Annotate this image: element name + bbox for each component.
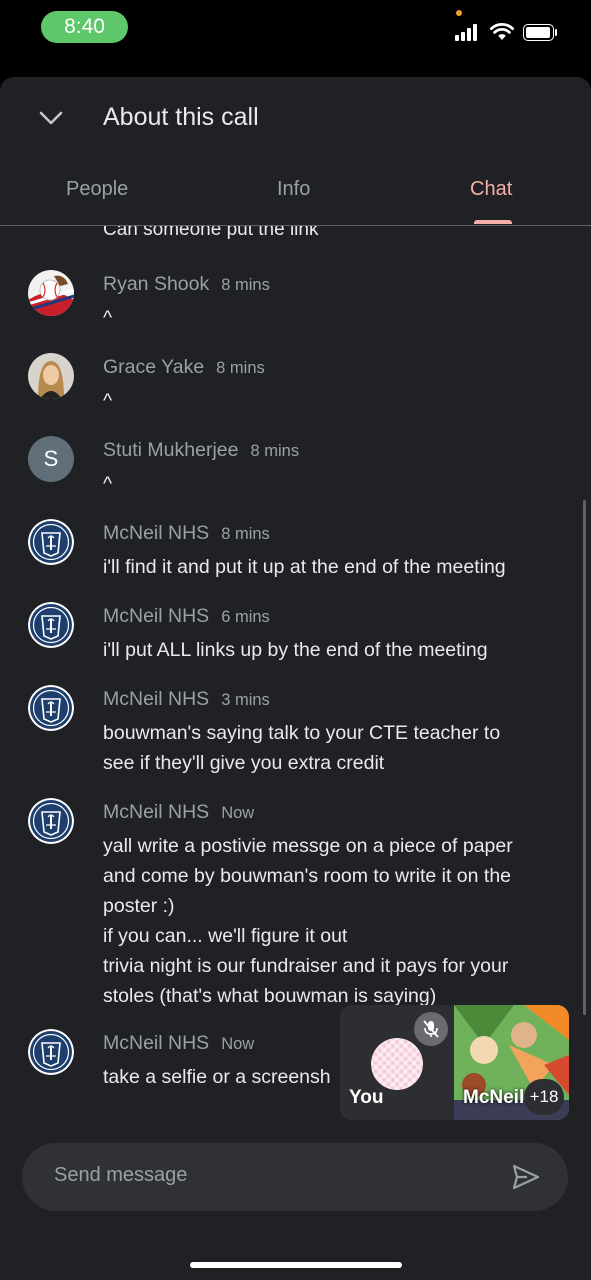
tab-info[interactable]: Info — [277, 178, 310, 201]
sheet-header: About this call — [0, 77, 591, 157]
tab-people[interactable]: People — [66, 178, 128, 201]
send-message-input[interactable] — [52, 1163, 476, 1188]
self-label: You — [349, 1087, 384, 1108]
nhs-logo-icon — [28, 602, 74, 648]
sender-name: McNeil NHS 8 mins — [103, 522, 270, 544]
avatar — [371, 1038, 423, 1090]
chat-message-list[interactable]: Can someone put the link Ryan Shook 8 min… — [0, 226, 591, 1136]
participant-count-badge: +18 — [524, 1079, 564, 1115]
message-text: ^ — [103, 473, 113, 495]
chevron-down-icon[interactable] — [36, 103, 66, 133]
message-time: 3 mins — [221, 691, 270, 709]
nhs-logo-icon — [28, 1029, 74, 1075]
sheet-title: About this call — [103, 103, 259, 131]
message-time: Now — [221, 804, 255, 822]
active-tab-indicator — [474, 220, 512, 224]
message-time: 8 mins — [250, 442, 300, 460]
nhs-logo-icon — [28, 685, 74, 731]
status-time: 8:40 — [41, 11, 128, 43]
sender-name: Grace Yake 8 mins — [103, 356, 265, 378]
message-text: ^ — [103, 390, 113, 412]
tab-chat[interactable]: Chat — [470, 178, 512, 201]
chat-scrollbar[interactable] — [583, 500, 586, 1015]
message-text: i'll find it and put it up at the end of… — [103, 556, 506, 578]
nhs-logo-icon — [28, 798, 74, 844]
participant-label: McNeil — [463, 1087, 525, 1108]
avatar — [28, 353, 74, 399]
self-tile: You — [340, 1005, 454, 1120]
mic-off-icon — [414, 1012, 448, 1046]
message-text: Can someone put the link — [103, 226, 319, 240]
sender-name: McNeil NHS Now — [103, 801, 255, 823]
sender-name: McNeil NHS 3 mins — [103, 688, 270, 710]
message-time: Now — [221, 1035, 255, 1053]
message-time: 6 mins — [221, 608, 270, 626]
send-icon[interactable] — [511, 1162, 541, 1192]
cellular-signal-icon — [455, 24, 479, 41]
participant-tile: McNeil +18 — [454, 1005, 569, 1120]
person-photo-icon — [28, 353, 74, 399]
message-composer — [22, 1143, 568, 1211]
video-preview[interactable]: You McNeil +18 — [340, 1005, 569, 1120]
sender-name: McNeil NHS Now — [103, 1032, 255, 1054]
tab-bar: People Info Chat — [0, 173, 591, 226]
avatar — [28, 270, 74, 316]
message-time: 8 mins — [221, 276, 270, 294]
message-text: ^ — [103, 307, 113, 329]
home-indicator — [190, 1262, 402, 1268]
wifi-icon — [490, 22, 514, 40]
baseball-photo-icon — [28, 270, 74, 316]
message-text: bouwman's saying talk to your CTE teache… — [103, 722, 501, 774]
sender-name: Stuti Mukherjee 8 mins — [103, 439, 300, 461]
status-bar: 8:40 — [0, 0, 591, 56]
message-time: 8 mins — [221, 525, 270, 543]
sender-name: McNeil NHS 6 mins — [103, 605, 270, 627]
message-text: i'll put ALL links up by the end of the … — [103, 639, 488, 661]
nhs-logo-icon — [28, 519, 74, 565]
sender-name: Ryan Shook 8 mins — [103, 273, 270, 295]
message-text: yall write a postivie messge on a piece … — [103, 835, 513, 1007]
avatar: S — [28, 436, 74, 482]
privacy-indicator-dot — [456, 10, 462, 16]
message-time: 8 mins — [216, 359, 265, 377]
battery-icon — [523, 24, 557, 41]
